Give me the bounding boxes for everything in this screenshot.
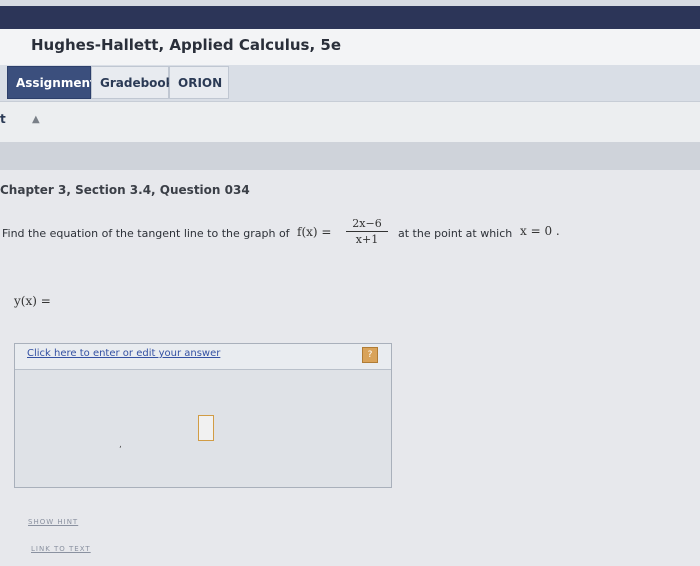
input-cursor-box[interactable] [198,415,214,441]
answer-label: y(x) = [14,294,51,308]
function-label: f(x) = [297,225,332,239]
course-title: Hughes-Hallett, Applied Calculus, 5e [31,36,341,54]
section-band [0,142,700,170]
clipped-text: t [0,112,6,126]
question-prompt: Find the equation of the tangent line to… [2,227,290,240]
link-to-text-link[interactable]: LINK TO TEXT [31,545,91,553]
point-condition: x = 0 . [520,224,560,238]
tab-gradebook[interactable]: Gradebook [91,66,174,99]
question-prompt-tail: at the point at which [398,227,513,240]
tab-assignment[interactable]: Assignment [7,66,96,99]
top-bar [0,6,700,29]
answer-editor[interactable]: Click here to enter or edit your answer … [14,343,392,488]
small-mark: ▲ [32,114,40,125]
help-icon[interactable]: ? [362,347,378,363]
text-caret-icon: , [119,440,122,450]
fraction-numerator: 2x−6 [346,217,388,232]
tab-orion[interactable]: ORION [169,66,229,99]
fraction-denominator: x+1 [355,233,379,246]
edit-answer-link[interactable]: Click here to enter or edit your answer [27,348,220,359]
show-hint-link[interactable]: SHOW HINT [28,518,78,526]
question-title: Chapter 3, Section 3.4, Question 034 [0,183,250,197]
function-fraction: 2x−6 x+1 [346,217,388,246]
